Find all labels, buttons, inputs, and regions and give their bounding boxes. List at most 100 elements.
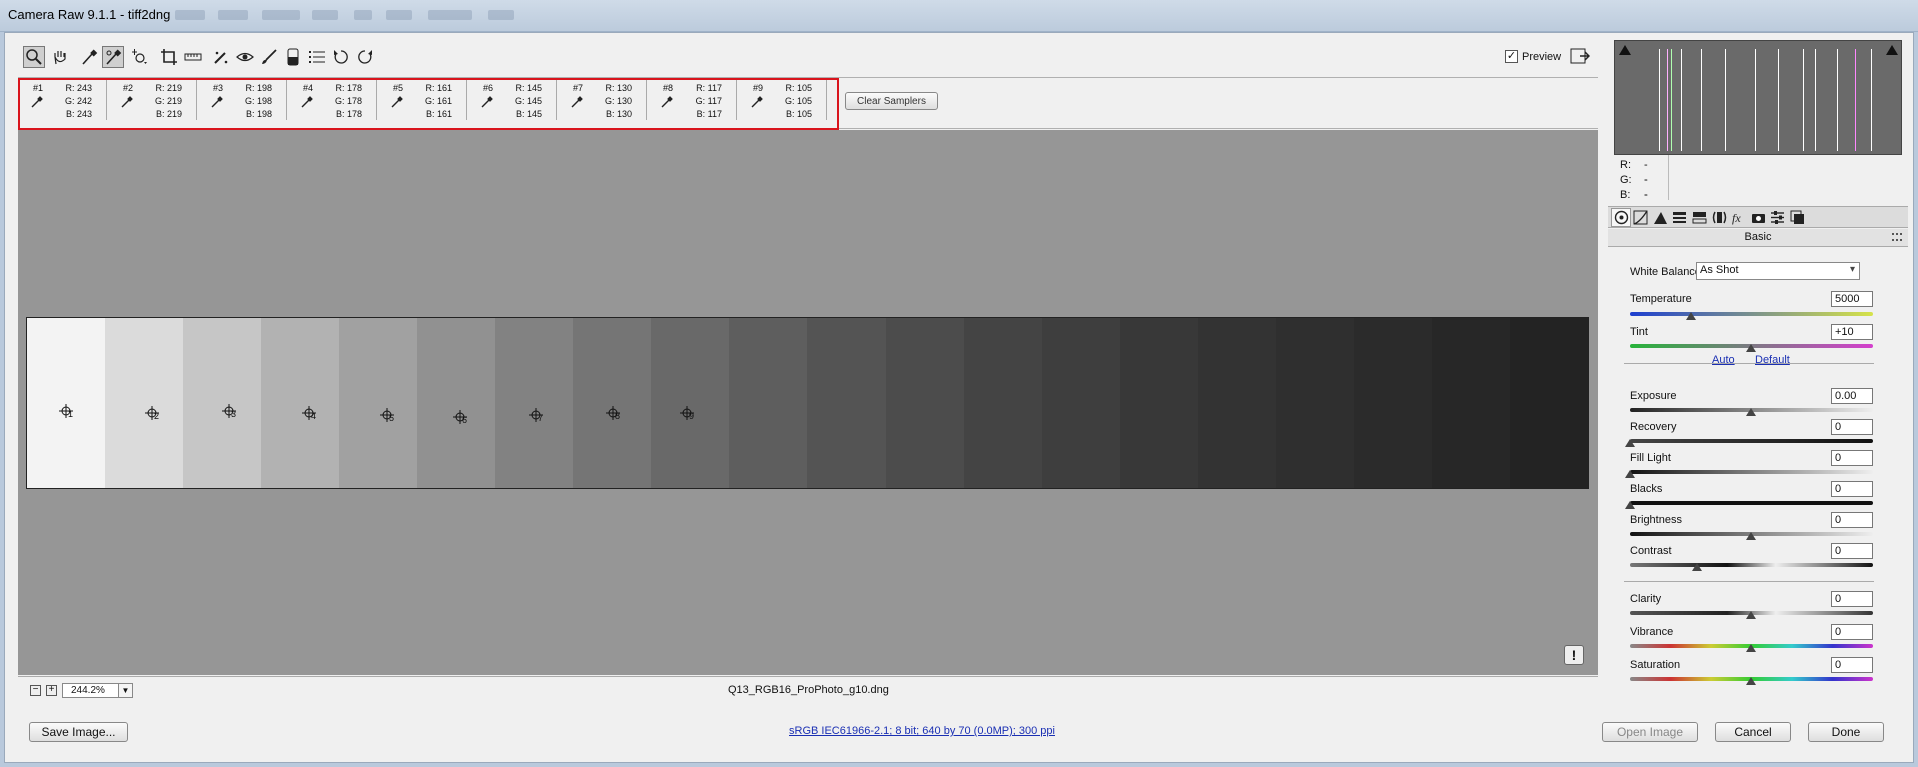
sampler-number: #8	[663, 83, 674, 93]
recovery-input[interactable]: 0	[1831, 419, 1873, 435]
zoom-tool-icon[interactable]	[23, 46, 45, 68]
presets-tab-icon[interactable]	[1768, 208, 1788, 227]
temperature-slider[interactable]	[1630, 312, 1873, 316]
shadow-clipping-icon[interactable]	[1619, 45, 1631, 55]
vibrance-input[interactable]: 0	[1831, 624, 1873, 640]
targeted-adjustment-icon[interactable]	[128, 46, 150, 68]
clarity-input[interactable]: 0	[1831, 591, 1873, 607]
basic-tab-icon[interactable]	[1611, 208, 1631, 227]
color-sampler-tool-icon[interactable]	[102, 46, 124, 68]
gray-patch	[963, 318, 1042, 488]
camera-calibration-tab-icon[interactable]	[1748, 208, 1768, 227]
recovery-thumb[interactable]	[1625, 439, 1635, 447]
sampler-target-8[interactable]: 8	[605, 405, 629, 425]
clarity-thumb[interactable]	[1746, 611, 1756, 619]
eyedropper-icon[interactable]	[661, 96, 673, 108]
tint-label: Tint	[1630, 326, 1648, 338]
sampler-target-2[interactable]: 2	[144, 405, 168, 425]
spot-removal-icon[interactable]	[210, 46, 232, 68]
clear-samplers-button[interactable]: Clear Samplers	[845, 92, 938, 110]
vibrance-thumb[interactable]	[1746, 644, 1756, 652]
auto-link[interactable]: Auto	[1712, 354, 1735, 366]
cancel-button[interactable]: Cancel	[1715, 722, 1791, 742]
zoom-in-button[interactable]: +	[46, 685, 57, 696]
eyedropper-icon[interactable]	[391, 96, 403, 108]
saturation-thumb[interactable]	[1746, 677, 1756, 685]
zoom-out-button[interactable]: −	[30, 685, 41, 696]
brightness-thumb[interactable]	[1746, 532, 1756, 540]
histogram-line	[1803, 49, 1804, 151]
sampler-target-1[interactable]: 1	[58, 403, 82, 423]
brightness-input[interactable]: 0	[1831, 512, 1873, 528]
split-toning-tab-icon[interactable]	[1689, 208, 1709, 227]
hand-tool-icon[interactable]	[49, 46, 71, 68]
preferences-icon[interactable]	[306, 46, 328, 68]
graduated-filter-icon[interactable]	[282, 46, 304, 68]
blacks-input[interactable]: 0	[1831, 481, 1873, 497]
eyedropper-icon[interactable]	[571, 96, 583, 108]
eyedropper-icon[interactable]	[121, 96, 133, 108]
recovery-slider[interactable]	[1630, 439, 1873, 443]
warning-icon[interactable]: !	[1564, 645, 1584, 665]
tint-input[interactable]: +10	[1831, 324, 1873, 340]
red-eye-icon[interactable]	[234, 46, 256, 68]
tone-curve-tab-icon[interactable]	[1631, 208, 1651, 227]
white-balance-select[interactable]: As Shot	[1696, 262, 1860, 280]
sampler-r: R: 130	[605, 83, 632, 93]
gray-patch	[339, 318, 418, 488]
color-sampler-3: #3 R: 198 G: 198 B: 198	[200, 80, 290, 122]
sampler-target-7[interactable]: 7	[528, 407, 552, 427]
done-button[interactable]: Done	[1808, 722, 1884, 742]
zoom-dropdown-icon[interactable]: ▼	[118, 683, 133, 698]
straighten-tool-icon[interactable]	[182, 46, 204, 68]
temperature-input[interactable]: 5000	[1831, 291, 1873, 307]
snapshots-tab-icon[interactable]	[1787, 208, 1807, 227]
crop-tool-icon[interactable]	[158, 46, 180, 68]
contrast-thumb[interactable]	[1692, 563, 1702, 571]
preview-checkbox[interactable]: ✓	[1505, 50, 1518, 63]
fill-light-input[interactable]: 0	[1831, 450, 1873, 466]
hsl-tab-icon[interactable]	[1670, 208, 1690, 227]
fill-light-thumb[interactable]	[1625, 470, 1635, 478]
gray-ramp-image[interactable]	[26, 317, 1589, 489]
preview-toggle[interactable]: ✓ Preview	[1505, 50, 1561, 63]
image-canvas[interactable]: 1 2 3 4 5 6 7 8 9 !	[18, 130, 1598, 675]
rotate-cw-icon[interactable]	[354, 46, 376, 68]
sampler-target-3[interactable]: 3	[221, 403, 245, 423]
fullscreen-icon[interactable]	[1570, 47, 1591, 65]
title-ghost	[312, 10, 338, 20]
white-balance-tool-icon[interactable]	[78, 46, 100, 68]
eyedropper-icon[interactable]	[211, 96, 223, 108]
eyedropper-icon[interactable]	[31, 96, 43, 108]
zoom-level-field[interactable]: 244.2%	[62, 683, 119, 698]
default-link[interactable]: Default	[1755, 354, 1790, 366]
detail-tab-icon[interactable]	[1650, 208, 1670, 227]
sampler-target-9[interactable]: 9	[679, 405, 703, 425]
eyedropper-icon[interactable]	[481, 96, 493, 108]
blacks-slider[interactable]	[1630, 501, 1873, 505]
eyedropper-icon[interactable]	[301, 96, 313, 108]
blacks-thumb[interactable]	[1625, 501, 1635, 509]
effects-tab-icon[interactable]: fx	[1729, 208, 1749, 227]
sampler-g: G: 117	[695, 96, 722, 106]
sampler-target-4[interactable]: 4	[301, 405, 325, 425]
tint-thumb[interactable]	[1746, 344, 1756, 352]
sampler-target-6[interactable]: 6	[452, 409, 476, 429]
saturation-input[interactable]: 0	[1831, 657, 1873, 673]
eyedropper-icon[interactable]	[751, 96, 763, 108]
sampler-target-5[interactable]: 5	[379, 407, 403, 427]
open-image-button[interactable]: Open Image	[1602, 722, 1698, 742]
panel-menu-icon[interactable]	[1892, 233, 1902, 241]
contrast-slider[interactable]	[1630, 563, 1873, 567]
save-image-button[interactable]: Save Image...	[29, 722, 128, 742]
exposure-thumb[interactable]	[1746, 408, 1756, 416]
workflow-options-link[interactable]: sRGB IEC61966-2.1; 8 bit; 640 by 70 (0.0…	[789, 725, 1055, 737]
highlight-clipping-icon[interactable]	[1886, 45, 1898, 55]
exposure-input[interactable]: 0.00	[1831, 388, 1873, 404]
adjustment-brush-icon[interactable]	[258, 46, 280, 68]
lens-corrections-tab-icon[interactable]	[1709, 208, 1729, 227]
fill-light-slider[interactable]	[1630, 470, 1873, 474]
contrast-input[interactable]: 0	[1831, 543, 1873, 559]
rotate-ccw-icon[interactable]	[330, 46, 352, 68]
temperature-thumb[interactable]	[1686, 312, 1696, 320]
